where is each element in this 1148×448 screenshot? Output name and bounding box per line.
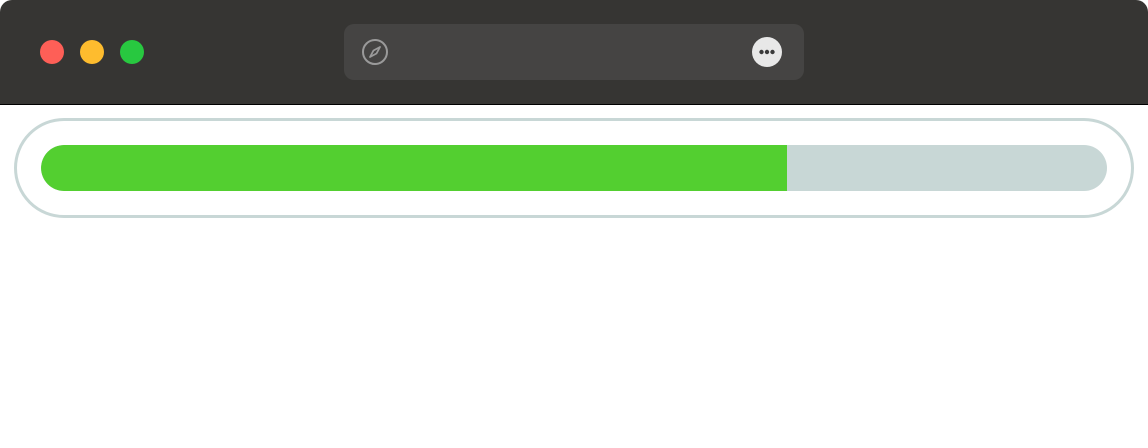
address-bar[interactable] [344,24,804,80]
progress-fill [41,145,788,191]
browser-window [0,0,1148,448]
close-window-button[interactable] [40,40,64,64]
more-options-button[interactable] [752,37,782,67]
title-bar [0,0,1148,105]
progress-container [14,118,1134,218]
more-icon [759,49,775,55]
zoom-window-button[interactable] [120,40,144,64]
page-content [0,105,1148,448]
progress-track [41,145,1107,191]
compass-icon [361,38,389,66]
minimize-window-button[interactable] [80,40,104,64]
